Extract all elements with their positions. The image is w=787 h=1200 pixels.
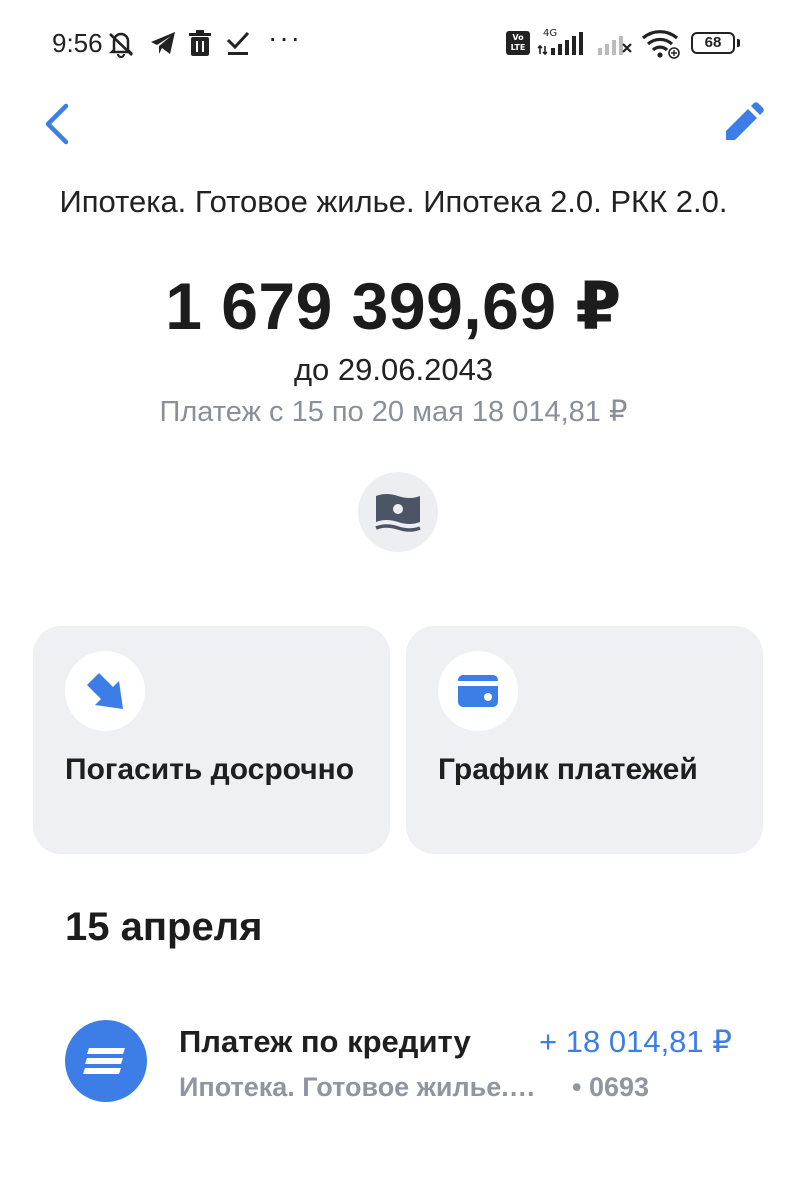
- battery-icon: 68: [691, 32, 740, 54]
- transaction-amount: + 18 014,81 ₽: [539, 1024, 732, 1059]
- transaction-row[interactable]: Платеж по кредиту + 18 014,81 ₽ Ипотека.…: [0, 1010, 787, 1120]
- banknote-icon: [375, 494, 421, 532]
- payment-schedule-label: График платежей: [438, 753, 698, 786]
- more-dots-icon: ···: [268, 22, 302, 53]
- loan-due-date: до 29.06.2043: [293, 352, 494, 387]
- loan-balance: 1 679 399,69 ₽: [165, 269, 622, 343]
- loan-title: Ипотека. Готовое жилье. Ипотека 2.0. РКК…: [59, 184, 728, 219]
- transaction-card-number: • 0693: [572, 1072, 650, 1102]
- loan-type-badge: [358, 472, 438, 552]
- edit-button[interactable]: [718, 100, 766, 148]
- signal-empty-icon: [598, 36, 632, 55]
- status-bar: 9:56 ··· Vo LTE 4G 68: [0, 0, 787, 88]
- next-payment-info: Платеж с 15 по 20 мая 18 014,81 ₽: [159, 396, 628, 428]
- arrow-down-right-icon: [87, 673, 123, 709]
- history-date-header: 15 апреля: [65, 905, 263, 949]
- back-button[interactable]: [38, 100, 82, 148]
- pencil-icon: [726, 102, 764, 140]
- telegram-icon: [151, 32, 175, 54]
- early-repayment-label: Погасить досрочно: [65, 753, 355, 786]
- stripes-icon: [83, 1048, 125, 1074]
- transaction-icon-circle: [65, 1020, 147, 1102]
- early-repayment-card[interactable]: Погасить досрочно: [33, 626, 390, 854]
- early-repayment-icon-circle: [65, 651, 145, 731]
- status-time: 9:56: [52, 28, 103, 58]
- signal-4g-icon: 4G: [537, 28, 583, 56]
- download-done-icon: [226, 31, 250, 55]
- card-icon: [458, 675, 498, 707]
- payment-schedule-card[interactable]: График платежей: [406, 626, 763, 854]
- mute-bell-icon: [108, 32, 134, 58]
- payment-schedule-icon-circle: [438, 651, 518, 731]
- volte-icon: Vo LTE: [506, 31, 530, 55]
- transaction-title: Платеж по кредиту: [179, 1024, 471, 1059]
- transaction-subtitle: Ипотека. Готовое жилье.…: [179, 1072, 536, 1102]
- wifi-icon: [641, 30, 680, 59]
- svg-text:4G: 4G: [543, 28, 557, 39]
- chevron-left-icon: [45, 103, 69, 145]
- trash-icon: [189, 30, 211, 56]
